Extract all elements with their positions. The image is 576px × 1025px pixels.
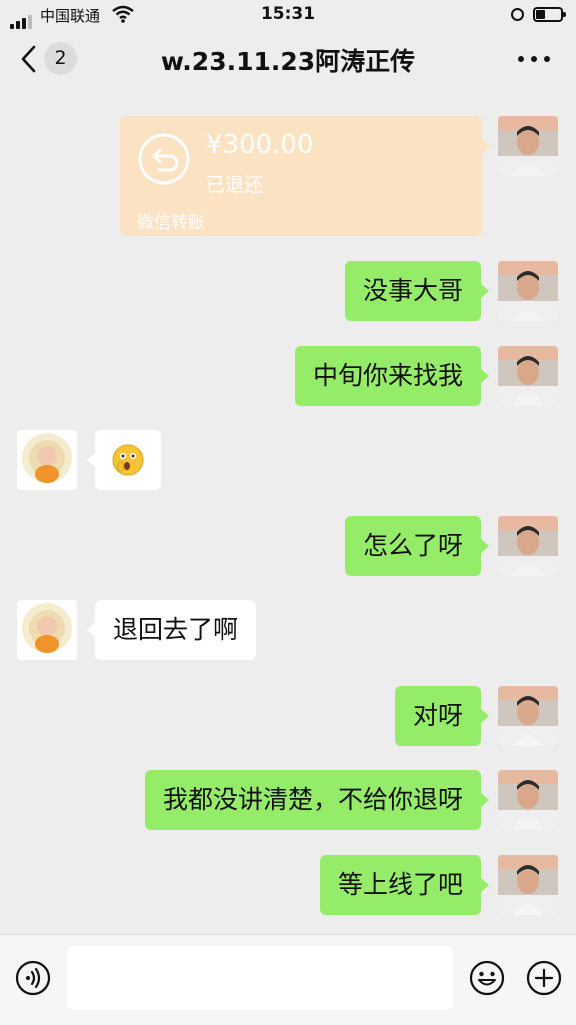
contact-avatar[interactable]: [17, 600, 77, 660]
message-input[interactable]: [67, 946, 453, 1010]
message-bubble[interactable]: 等上线了吧: [319, 855, 490, 915]
smiley-icon[interactable]: [469, 960, 505, 996]
unread-count-badge[interactable]: 2: [44, 42, 77, 75]
transfer-amount: ¥300.00: [206, 130, 314, 160]
my-avatar[interactable]: [498, 116, 558, 176]
chat-title: w.23.11.23阿涛正传: [160, 47, 416, 76]
battery-icon: [533, 7, 566, 22]
my-avatar[interactable]: [498, 770, 558, 830]
input-bar: [0, 934, 576, 1025]
message-bubble[interactable]: 中旬你来找我: [294, 346, 490, 406]
transfer-source: 微信转账: [137, 213, 205, 233]
my-avatar[interactable]: [498, 686, 558, 746]
my-avatar[interactable]: [498, 261, 558, 321]
message-bubble[interactable]: 退回去了啊: [86, 600, 257, 660]
surprised-face-emoji: [112, 444, 144, 476]
my-avatar[interactable]: [498, 346, 558, 406]
chat-header: 2 w.23.11.23阿涛正传: [0, 30, 576, 88]
contact-avatar[interactable]: [17, 430, 77, 490]
clock: 15:31: [260, 4, 316, 24]
emoji-bubble[interactable]: [87, 430, 161, 490]
refund-icon: [138, 133, 190, 185]
rotation-lock-icon: [511, 8, 524, 21]
transfer-card[interactable]: ¥300.00 已退还 微信转账: [120, 116, 490, 236]
message-bubble[interactable]: 怎么了呀: [344, 516, 490, 576]
my-avatar[interactable]: [498, 855, 558, 915]
transfer-status: 已退还: [206, 174, 264, 196]
status-bar: 中国联通 15:31: [0, 0, 576, 30]
message-bubble[interactable]: 我都没讲清楚，不给你退呀: [144, 770, 490, 830]
message-bubble[interactable]: 对呀: [394, 686, 490, 746]
chevron-left-icon[interactable]: [18, 44, 40, 74]
more-dots-icon[interactable]: [514, 46, 554, 72]
plus-icon[interactable]: [526, 960, 562, 996]
my-avatar[interactable]: [498, 516, 558, 576]
voice-icon[interactable]: [15, 960, 51, 996]
message-bubble[interactable]: 没事大哥: [344, 261, 490, 321]
